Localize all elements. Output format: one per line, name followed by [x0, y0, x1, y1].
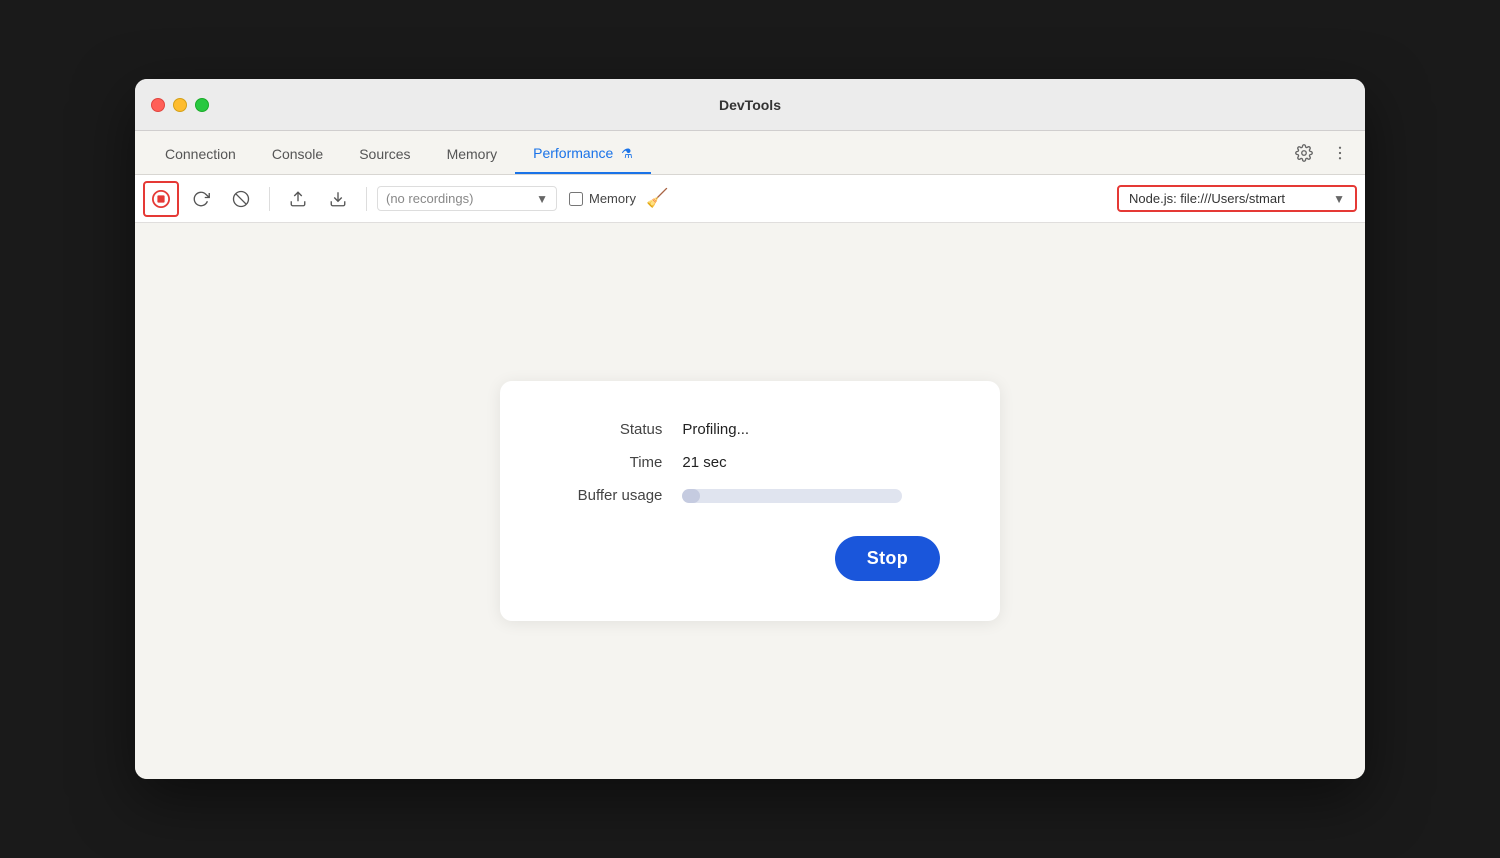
- download-icon: [329, 190, 347, 208]
- profiling-card: Status Profiling... Time 21 sec Buffer u…: [500, 381, 1000, 621]
- download-button[interactable]: [320, 181, 356, 217]
- devtools-window: DevTools Connection Console Sources Memo…: [135, 79, 1365, 779]
- buffer-bar-fill: [682, 489, 700, 503]
- stop-btn-row: Stop: [540, 536, 940, 581]
- reload-icon: [192, 190, 210, 208]
- node-dropdown-arrow: ▼: [1333, 192, 1345, 206]
- clear-button[interactable]: [223, 181, 259, 217]
- tab-bar-actions: [1291, 140, 1353, 166]
- more-icon: [1331, 144, 1349, 162]
- minimize-button[interactable]: [173, 98, 187, 112]
- status-label: Status: [540, 421, 662, 438]
- traffic-lights: [151, 98, 209, 112]
- flask-icon: ⚗: [621, 146, 633, 161]
- toolbar: (no recordings) ▼ Memory 🧹 Node.js: file…: [135, 175, 1365, 223]
- toolbar-divider-2: [366, 187, 367, 211]
- tab-bar: Connection Console Sources Memory Perfor…: [135, 131, 1365, 175]
- reload-button[interactable]: [183, 181, 219, 217]
- gear-icon: [1295, 144, 1313, 162]
- upload-icon: [289, 190, 307, 208]
- tab-memory[interactable]: Memory: [429, 136, 516, 174]
- tab-performance[interactable]: Performance ⚗: [515, 135, 651, 174]
- recordings-placeholder: (no recordings): [386, 191, 532, 206]
- clear-icon: [232, 190, 250, 208]
- record-stop-icon: [152, 190, 170, 208]
- node-select[interactable]: Node.js: file:///Users/stmart ▼: [1117, 185, 1357, 212]
- record-button[interactable]: [143, 181, 179, 217]
- memory-label: Memory: [589, 191, 636, 206]
- settings-button[interactable]: [1291, 140, 1317, 166]
- memory-checkbox[interactable]: [569, 192, 583, 206]
- tab-connection[interactable]: Connection: [147, 136, 254, 174]
- stop-button[interactable]: Stop: [835, 536, 940, 581]
- node-select-label: Node.js: file:///Users/stmart: [1129, 191, 1327, 206]
- window-title: DevTools: [719, 97, 781, 113]
- more-options-button[interactable]: [1327, 140, 1353, 166]
- time-value: 21 sec: [682, 454, 940, 471]
- broom-icon[interactable]: 🧹: [646, 188, 668, 209]
- tab-console[interactable]: Console: [254, 136, 341, 174]
- status-value: Profiling...: [682, 421, 940, 438]
- main-content: Status Profiling... Time 21 sec Buffer u…: [135, 223, 1365, 779]
- buffer-bar-container: [682, 489, 902, 503]
- toolbar-divider-1: [269, 187, 270, 211]
- maximize-button[interactable]: [195, 98, 209, 112]
- recordings-dropdown-arrow: ▼: [536, 192, 548, 206]
- title-bar: DevTools: [135, 79, 1365, 131]
- buffer-label: Buffer usage: [540, 487, 662, 504]
- time-label: Time: [540, 454, 662, 471]
- upload-button[interactable]: [280, 181, 316, 217]
- recordings-select[interactable]: (no recordings) ▼: [377, 186, 557, 211]
- profiling-info-grid: Status Profiling... Time 21 sec Buffer u…: [540, 421, 940, 504]
- stop-record-svg: [152, 189, 170, 209]
- close-button[interactable]: [151, 98, 165, 112]
- memory-section: Memory 🧹: [569, 188, 668, 209]
- tab-sources[interactable]: Sources: [341, 136, 428, 174]
